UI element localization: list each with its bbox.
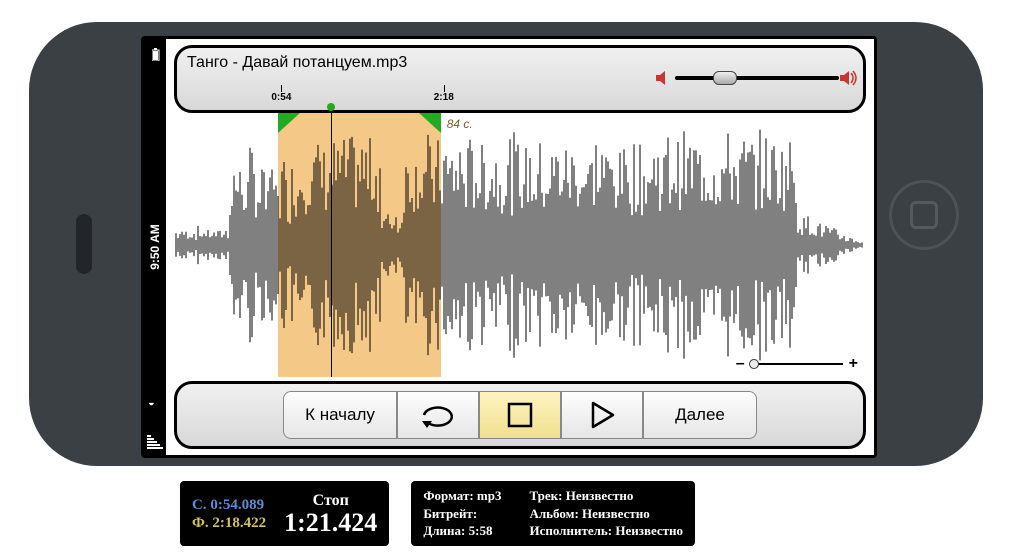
artist-label: Исполнитель: (529, 523, 612, 538)
transport-controls: К началу Далее (174, 381, 866, 449)
signal-icon (147, 434, 163, 449)
length-value: 5:58 (469, 523, 493, 538)
play-button[interactable] (561, 391, 643, 439)
loop-button[interactable] (397, 391, 479, 439)
header-panel: Танго - Давай потанцуем.mp3 0:54 2:18 (174, 45, 866, 113)
elapsed-time: 1:21.424 (284, 510, 377, 536)
zoom-out-button[interactable]: – (736, 355, 745, 373)
zoom-control: – + (736, 355, 858, 373)
album-label: Альбом: (529, 506, 578, 521)
sel-end-value: 2:18.422 (212, 515, 266, 531)
track-value: Неизвестно (566, 488, 634, 503)
screen: 9:50 AM ◖ Танго - Давай потанцуем.mp3 0:… (144, 39, 874, 455)
track-label: Трек: (529, 488, 562, 503)
info-footer: С. 0:54.089 Ф. 2:18.422 Стоп 1:21.424 Фо… (180, 481, 695, 546)
stop-button[interactable] (479, 391, 561, 439)
status-bar: 9:50 AM ◖ (144, 39, 166, 455)
volume-slider[interactable] (675, 76, 839, 80)
format-label: Формат: (423, 488, 473, 503)
time-info-box: С. 0:54.089 Ф. 2:18.422 Стоп 1:21.424 (180, 481, 389, 546)
screen-bezel: 9:50 AM ◖ Танго - Давай потанцуем.mp3 0:… (141, 36, 877, 458)
sel-start-value: 0:54.089 (210, 497, 264, 513)
battery-icon (147, 47, 165, 61)
ruler-label-start: 0:54 (271, 92, 291, 103)
meta-info-box: Формат: mp3 Битрейт: Длина: 5:58 Трек: Н… (411, 481, 695, 546)
file-name: Танго - Давай потанцуем.mp3 (187, 54, 407, 72)
status-time: 9:50 AM (148, 224, 162, 270)
album-value: Неизвестно (582, 506, 650, 521)
phone-speaker (76, 214, 92, 274)
next-button[interactable]: Далее (643, 391, 757, 439)
artist-value: Неизвестно (615, 523, 683, 538)
sel-start-prefix: С. (192, 497, 207, 513)
format-value: mp3 (477, 488, 502, 503)
ruler-tick-end (444, 85, 445, 92)
restart-button[interactable]: К началу (283, 391, 397, 439)
zoom-slider[interactable] (751, 363, 843, 365)
waveform (174, 123, 866, 367)
waveform-area[interactable]: 84 с. – + (174, 113, 866, 377)
volume-knob[interactable] (713, 71, 737, 85)
phone-frame: 9:50 AM ◖ Танго - Давай потанцуем.mp3 0:… (29, 22, 983, 466)
home-button[interactable] (889, 180, 959, 250)
length-label: Длина: (423, 523, 465, 538)
playback-state: Стоп (284, 492, 377, 510)
volume-low-icon (655, 70, 671, 91)
bitrate-label: Битрейт: (423, 506, 477, 521)
sel-end-prefix: Ф. (192, 515, 209, 531)
wifi-icon: ◖ (145, 401, 157, 408)
ruler-label-end: 2:18 (434, 92, 454, 103)
zoom-knob[interactable] (749, 359, 759, 369)
volume-high-icon (839, 70, 857, 91)
ruler-tick-start (281, 85, 282, 92)
zoom-in-button[interactable]: + (849, 355, 858, 373)
